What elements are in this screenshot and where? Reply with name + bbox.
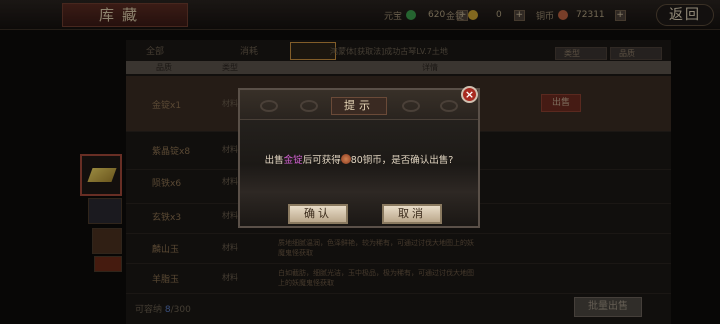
swirl-ornament-icon [300, 100, 318, 112]
msg-amount: 80 [350, 155, 363, 166]
confirm-button[interactable]: 确认 [288, 204, 348, 224]
msg-text: 后可获得 [302, 155, 341, 166]
swirl-ornament-icon [260, 100, 278, 112]
cancel-button[interactable]: 取消 [382, 204, 442, 224]
dialog-message: 出售金锭后可获得 80铜币，是否确认出售? [252, 152, 466, 166]
confirm-dialog: 提示 × 出售金锭后可获得 80铜币，是否确认出售? 确认 取消 [238, 86, 480, 228]
close-button[interactable]: × [461, 86, 478, 103]
copper-coin-icon [340, 154, 351, 164]
msg-text: 铜币，是否确认出售? [362, 155, 454, 166]
msg-item-name: 金锭 [283, 155, 303, 166]
swirl-ornament-icon [402, 100, 420, 112]
dialog-title: 提示 [331, 97, 387, 115]
msg-text: 出售 [264, 155, 284, 166]
dialog-header: 提示 [240, 90, 478, 120]
swirl-ornament-icon [440, 100, 458, 112]
